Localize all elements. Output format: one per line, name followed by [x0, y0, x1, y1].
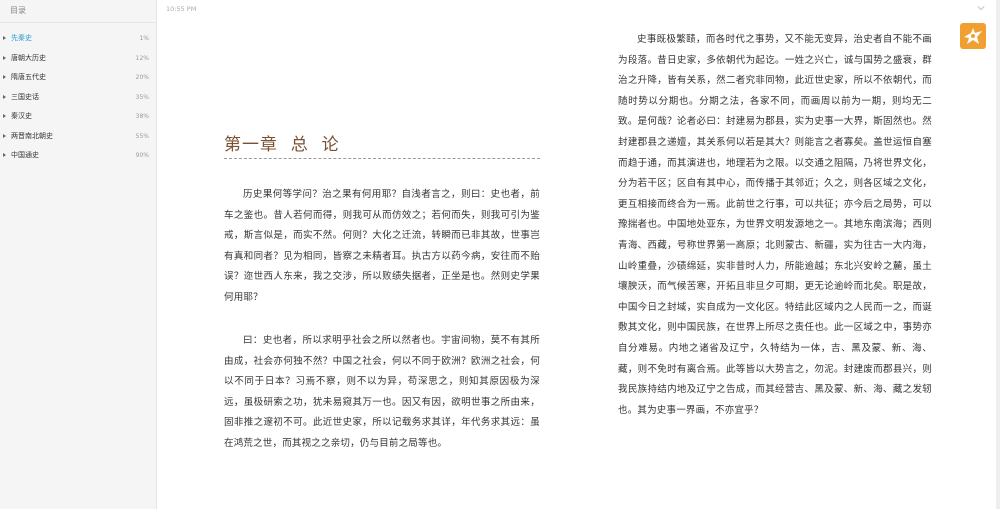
toc-item-label: 隋唐五代史 [11, 73, 46, 81]
right-page: 史事既极繁赜，而各时代之事势，又不能无变异，治史者自不能不画为段落。昔日史家，多… [618, 0, 934, 509]
toc-item-label: 三国史话 [11, 92, 39, 101]
bird-logo-icon [960, 23, 986, 49]
toc-item-liangjin-nanbeichaoshi[interactable]: 两晋南北朝史 55% [0, 127, 156, 147]
toc-item-tangchao-dalishi[interactable]: 唐朝大历史 12% [0, 49, 156, 69]
triangle-right-icon[interactable] [3, 75, 6, 79]
toc-item-xianqinshi[interactable]: 先秦史 1% [0, 29, 156, 49]
toc-item-percent: 38% [135, 113, 149, 120]
chevron-down-icon[interactable] [977, 4, 985, 12]
triangle-right-icon[interactable] [3, 153, 6, 157]
toc-item-percent: 12% [135, 54, 149, 62]
toc-item-qinhanshi[interactable]: 秦汉史 38% [0, 107, 156, 127]
body-paragraph: 史事既极繁赜，而各时代之事势，又不能无变异，治史者自不能不画为段落。昔日史家，多… [618, 34, 932, 416]
toc-list: 先秦史 1% 唐朝大历史 12% 隋唐五代史 20% 三国史话 35% 秦汉史 … [0, 23, 156, 166]
toc-header: 目录 [0, 0, 156, 23]
triangle-right-icon[interactable] [3, 114, 6, 118]
chapter-divider [224, 158, 540, 159]
toc-item-percent: 35% [135, 93, 149, 101]
triangle-right-icon[interactable] [3, 55, 6, 60]
toc-item-suitang-wudaishi[interactable]: 隋唐五代史 20% [0, 68, 156, 88]
toc-item-percent: 1% [139, 35, 149, 42]
toc-item-label: 先秦史 [11, 34, 32, 42]
chapter-title: 第一章 总 论 [224, 135, 340, 155]
page-scrollbar[interactable] [996, 0, 1000, 509]
toc-item-sanguo-shihua[interactable]: 三国史话 35% [0, 88, 156, 108]
body-paragraph: 曰：史也者，所以求明乎社会之所以然者也。宇宙间物，莫不有其所由成，社会亦何独不然… [224, 335, 540, 449]
triangle-right-icon[interactable] [3, 133, 6, 138]
body-paragraph: 历史果何等学问？治之果有何用耶？自浅者言之，则曰：史也者，前车之鉴也。昔人若何而… [224, 189, 540, 303]
triangle-right-icon[interactable] [3, 36, 6, 40]
left-page: 第一章 总 论 历史果何等学问？治之果有何用耶？自浅者言之，则曰：史也者，前车之… [224, 0, 542, 509]
triangle-right-icon[interactable] [3, 94, 6, 99]
toc-item-percent: 90% [135, 152, 149, 159]
toc-item-label: 唐朝大历史 [11, 53, 46, 62]
toc-item-label: 中国通史 [11, 151, 39, 159]
toc-item-label: 两晋南北朝史 [11, 131, 53, 140]
toc-item-label: 秦汉史 [11, 112, 32, 120]
toc-item-percent: 20% [135, 74, 149, 81]
bird-logo-button[interactable] [959, 22, 987, 50]
toc-item-zhongguo-tongshi[interactable]: 中国通史 90% [0, 146, 156, 166]
clock-time: 10:55 PM [166, 5, 197, 13]
toc-sidebar: 目录 先秦史 1% 唐朝大历史 12% 隋唐五代史 20% 三国史话 35% 秦… [0, 0, 157, 509]
toc-item-percent: 55% [135, 132, 149, 140]
